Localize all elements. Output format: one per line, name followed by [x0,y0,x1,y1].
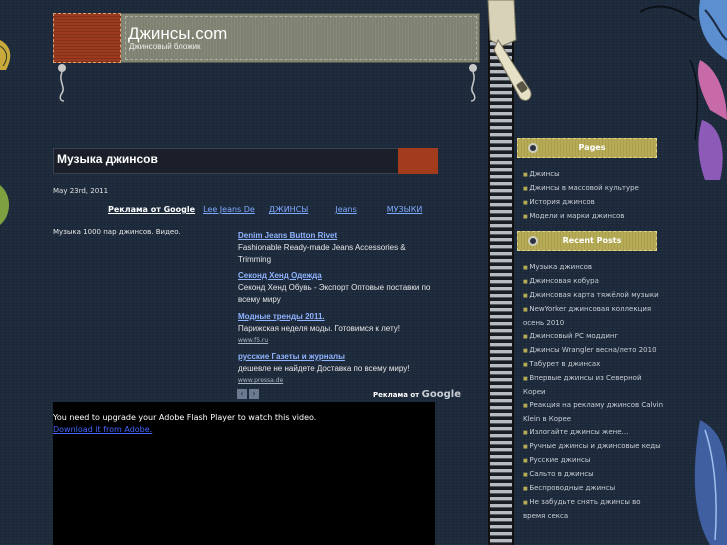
list-item[interactable]: Ручные джинсы и джинсовые кеды [523,440,663,454]
list-item[interactable]: Джинсовая кобура [523,275,663,289]
list-item[interactable]: Джинсовый PC моддинг [523,330,663,344]
ad-unit[interactable]: Denim Jeans Button Rivet Fashionable Rea… [238,231,438,266]
ads-link[interactable]: МУЗЫКИ [387,205,423,214]
list-item[interactable]: Сальто в джинсы [523,468,663,482]
ad-description: Секонд Хенд Обувь - Экспорт Оптовые пост… [238,283,431,304]
ads-link[interactable]: Lee Jeans De [203,205,255,214]
ad-unit[interactable]: Модные тренды 2011. Парижская неделя мод… [238,312,438,344]
ads-by-google[interactable]: Реклама от Google [373,389,461,400]
ads-link[interactable]: Jeans [335,205,356,214]
ad-url[interactable]: www.pressa.de [238,377,438,384]
list-item[interactable]: Впервые джинсы из Северной Кореи [523,372,663,399]
leaf-decoration-icon [0,185,9,225]
list-item[interactable]: Музыка джинсов [523,261,663,275]
list-item[interactable]: Не забудьте снять джинсы во время секса [523,496,663,523]
list-item[interactable]: Джинсы Wrangler весна/лето 2010 [523,344,663,358]
google-logo: Google [421,389,461,400]
hanger-icon [58,64,66,102]
ad-title[interactable]: Модные тренды 2011. [238,312,438,321]
flower-decoration-icon [694,420,727,545]
post-date: May 23rd, 2011 [53,187,109,195]
pages-list: Джинсы Джинсы в массовой культуре Истори… [523,168,663,224]
recent-posts-widget-title: Recent Posts [562,236,622,245]
ad-unit[interactable]: Секонд Хенд Одежда Секонд Хенд Обувь - Э… [238,271,438,306]
ads-by-label: Реклама от [373,391,420,399]
ad-title[interactable]: русские Газеты и журналы [238,352,438,361]
ads-link[interactable]: ДЖИНСЫ [269,205,309,214]
ad-unit[interactable]: русские Газеты и журналы дешевле не найд… [238,352,438,384]
list-item[interactable]: Джинсы [523,168,663,182]
ad-description: Парижская неделя моды. Готовимся к лету! [238,324,400,333]
list-item[interactable]: История джинсов [523,196,663,210]
list-item[interactable]: Модели и марки джинсов [523,210,663,224]
hanger-icon [469,64,477,102]
floral-decoration-icon [0,40,11,70]
pages-widget-title: Pages [578,143,606,152]
site-title[interactable]: Джинсы.com [128,24,227,44]
list-item[interactable]: Беспроводные джинсы [523,482,663,496]
ad-prev-button[interactable]: ‹ [237,389,247,399]
ad-title[interactable]: Denim Jeans Button Rivet [238,231,438,240]
list-item[interactable]: Излогайте джинсы жене… [523,426,663,440]
flash-download-link[interactable]: Download it from Adobe. [53,425,152,434]
post-title[interactable]: Музыка джинсов [57,152,158,166]
list-item[interactable]: Табурет в джинсах [523,358,663,372]
post-title-patch [398,148,438,174]
ad-navigation: ‹ › [237,389,259,399]
list-item[interactable]: Джинсы в массовой культуре [523,182,663,196]
ad-description: Fashionable Ready-made Jeans Accessories… [238,243,406,264]
ad-title[interactable]: Секонд Хенд Одежда [238,271,438,280]
video-player[interactable] [53,402,435,545]
list-item[interactable]: Русские джинсы [523,454,663,468]
header-patch [53,13,121,63]
ads-label[interactable]: Реклама от Google [108,205,195,214]
site-subtitle: Джинсовый бложик [129,42,201,51]
ad-next-button[interactable]: › [249,389,259,399]
ads-link-row: Реклама от Google Lee Jeans De ДЖИНСЫ Je… [108,205,422,214]
recent-posts-list: Музыка джинсов Джинсовая кобура Джинсова… [523,261,663,523]
ad-url[interactable]: www.f5.ru [238,337,438,344]
list-item[interactable]: NewYorker джинсовая коллекция осень 2010 [523,303,663,330]
ad-description: дешевле не найдете Доставка по всему мир… [238,364,410,373]
list-item[interactable]: Джинсовая карта тяжёлой музыки [523,289,663,303]
flash-upgrade-message: You need to upgrade your Adobe Flash Pla… [53,413,317,422]
list-item[interactable]: Реакция на рекламу джинсов Calvin Klein … [523,399,663,426]
post-text: Музыка 1000 пар джинсов. Видео. [53,228,181,236]
zipper-slider-icon [487,0,532,101]
